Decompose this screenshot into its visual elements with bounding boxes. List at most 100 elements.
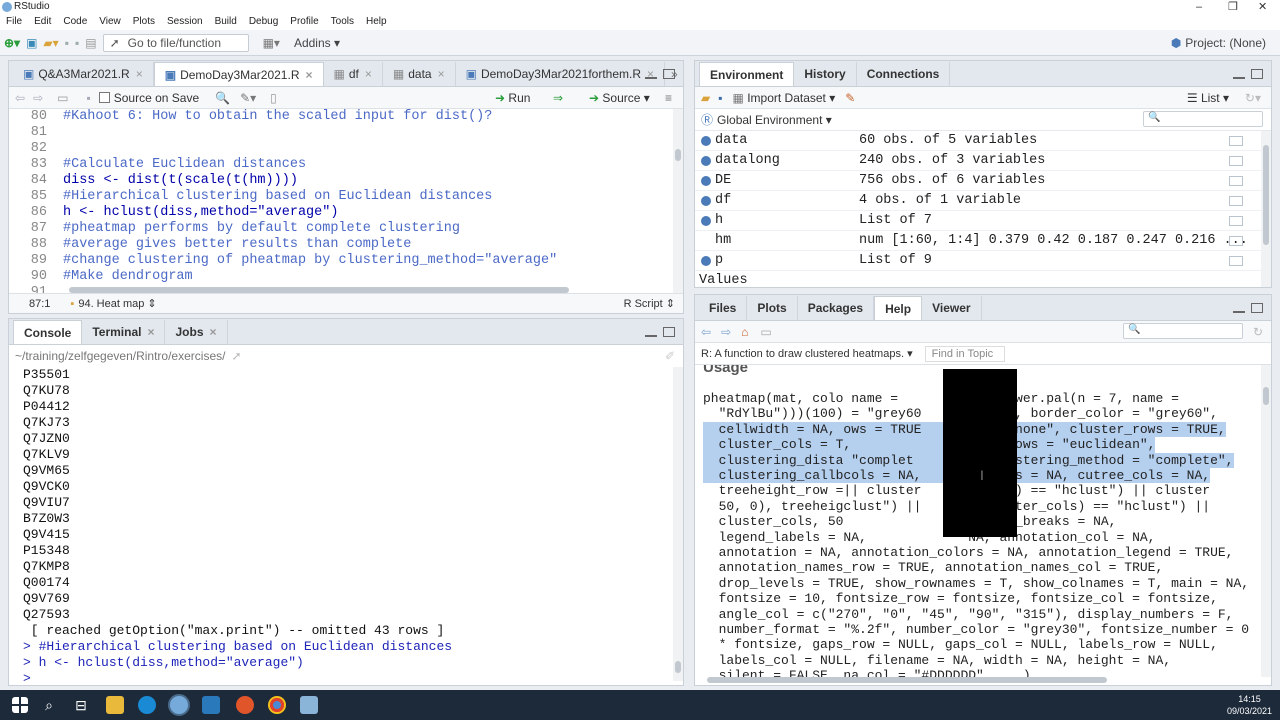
load-workspace-icon[interactable]: ▰ [701, 91, 710, 105]
edge-browser-icon[interactable] [138, 696, 156, 714]
menu-debug[interactable]: Debug [249, 14, 278, 30]
view-search-icon[interactable] [1229, 256, 1243, 266]
tab-demoday-forthem[interactable]: ▣ DemoDay3Mar2021forthem.R × [456, 62, 666, 86]
environment-row[interactable]: data 60 obs. of 5 variables [695, 131, 1261, 151]
menu-session[interactable]: Session [167, 14, 203, 30]
save-all-icon[interactable]: ▪ [75, 33, 79, 53]
tab-demoday-script[interactable]: ▣ DemoDay3Mar2021.R × [153, 62, 324, 86]
clear-console-icon[interactable]: ✐ [665, 349, 675, 363]
re-run-icon[interactable]: ⇒ [553, 91, 563, 105]
tab-environment[interactable]: Environment [699, 62, 795, 86]
expand-icon[interactable] [701, 176, 711, 186]
expand-icon[interactable] [701, 136, 711, 146]
find-in-topic-input[interactable]: Find in Topic [924, 345, 1005, 362]
go-to-file-input[interactable]: ➚ Go to file/function [102, 33, 249, 52]
menu-plots[interactable]: Plots [133, 14, 155, 30]
restore-window-icon[interactable]: ❐ [1228, 0, 1238, 14]
tab-data[interactable]: ▦ data × [383, 62, 456, 86]
environment-scrollbar[interactable] [1261, 131, 1271, 287]
environment-row[interactable]: hm num [1:60, 1:4] 0.379 0.42 0.187 0.247… [695, 231, 1261, 251]
tab-connections[interactable]: Connections [857, 62, 951, 86]
back-icon[interactable]: ⇦ [15, 91, 25, 105]
help-topic-selector[interactable]: R: A function to draw clustered heatmaps… [701, 347, 913, 360]
help-back-icon[interactable]: ⇦ [701, 325, 711, 339]
rstudio-taskbar-icon[interactable] [168, 694, 190, 716]
import-dataset-button[interactable]: ▦ Import Dataset ▾ [733, 91, 836, 105]
view-data-icon[interactable] [1229, 136, 1243, 146]
tab-viewer[interactable]: Viewer [922, 296, 982, 320]
environment-search[interactable]: 🔍 [1143, 111, 1263, 127]
menu-code[interactable]: Code [63, 14, 87, 30]
tab-packages[interactable]: Packages [798, 296, 875, 320]
help-scrollbar[interactable] [1261, 365, 1271, 677]
windows-start-icon[interactable] [12, 697, 28, 713]
help-h-scrollbar[interactable] [707, 677, 1107, 683]
menu-view[interactable]: View [99, 14, 121, 30]
save-icon[interactable]: ▪ [65, 33, 69, 53]
menu-tools[interactable]: Tools [331, 14, 354, 30]
minimize-pane-icon[interactable] [1233, 310, 1245, 313]
help-search-input[interactable]: 🔍 [1123, 323, 1243, 339]
tab-plots[interactable]: Plots [747, 296, 798, 320]
outline-icon[interactable]: ≡ [665, 91, 672, 105]
open-file-icon[interactable]: ▰▾ [43, 33, 58, 53]
menu-build[interactable]: Build [215, 14, 237, 30]
source-on-save-checkbox[interactable] [98, 92, 110, 103]
media-player-icon[interactable] [236, 696, 254, 714]
file-explorer-icon[interactable] [106, 696, 124, 714]
show-in-window-icon[interactable]: ▭ [760, 325, 771, 339]
tab-terminal[interactable]: Terminal × [82, 320, 166, 344]
minimize-pane-icon[interactable] [1233, 76, 1245, 79]
environment-row[interactable]: datalong 240 obs. of 3 variables [695, 151, 1261, 171]
editor-scrollbar[interactable] [673, 109, 683, 293]
environment-row[interactable]: h List of 7 [695, 211, 1261, 231]
minimize-pane-icon[interactable] [645, 334, 657, 337]
maximize-pane-icon[interactable] [1251, 303, 1263, 313]
go-to-directory-icon[interactable]: ➚ [231, 349, 241, 363]
grid-layout-icon[interactable]: ▦▾ [263, 33, 280, 53]
minimize-window-icon[interactable]: – [1196, 0, 1202, 14]
close-window-icon[interactable]: ✕ [1258, 0, 1267, 14]
save-file-icon[interactable]: ▪ [86, 91, 90, 105]
show-in-window-icon[interactable]: ▭ [57, 91, 68, 105]
console-scrollbar[interactable] [673, 367, 683, 681]
environment-row[interactable]: p List of 9 [695, 251, 1261, 271]
expand-icon[interactable] [701, 216, 711, 226]
expand-icon[interactable] [701, 156, 711, 166]
new-file-icon[interactable]: ⊕▾ [4, 33, 20, 53]
expand-icon[interactable] [701, 196, 711, 206]
chrome-browser-icon[interactable] [268, 696, 286, 714]
maximize-pane-icon[interactable] [663, 327, 675, 337]
help-forward-icon[interactable]: ⇨ [721, 325, 731, 339]
menu-help[interactable]: Help [366, 14, 387, 30]
view-search-icon[interactable] [1229, 216, 1243, 226]
task-view-icon[interactable]: ⊟ [72, 696, 90, 714]
environment-row[interactable]: DE 756 obs. of 6 variables [695, 171, 1261, 191]
save-workspace-icon[interactable]: ▪ [718, 91, 722, 105]
menu-edit[interactable]: Edit [34, 14, 51, 30]
file-type-selector[interactable]: R Script ⇕ [624, 297, 675, 310]
tab-console[interactable]: Console [13, 320, 83, 344]
environment-row[interactable]: df 4 obs. of 1 variable [695, 191, 1261, 211]
minimize-pane-icon[interactable] [645, 76, 657, 79]
forward-icon[interactable]: ⇨ [33, 91, 43, 105]
clear-workspace-icon[interactable]: ✎ [845, 91, 855, 105]
maximize-pane-icon[interactable] [1251, 69, 1263, 79]
tab-help[interactable]: Help [874, 296, 923, 320]
source-button[interactable]: ➔ Source ▾ [589, 91, 650, 105]
environment-scope-selector[interactable]: Global Environment ▾ [717, 113, 832, 127]
project-menu[interactable]: ⬢ Project: (None) [1171, 33, 1266, 53]
expand-icon[interactable] [701, 256, 711, 266]
section-navigator[interactable]: 94. Heat map ⇕ [78, 297, 156, 310]
menu-file[interactable]: File [6, 14, 22, 30]
tab-files[interactable]: Files [699, 296, 748, 320]
refresh-icon[interactable]: ↻▾ [1245, 91, 1261, 105]
compile-report-icon[interactable]: ▯ [270, 91, 277, 105]
addins-menu[interactable]: Addins ▾ [294, 33, 340, 53]
run-button[interactable]: ➜ Run [495, 91, 530, 105]
new-project-icon[interactable]: ▣ [26, 33, 37, 53]
code-editor[interactable]: 80 #Kahoot 6: How to obtain the scaled in… [9, 109, 673, 293]
list-view-button[interactable]: ☰ List ▾ [1187, 91, 1229, 105]
menu-profile[interactable]: Profile [290, 14, 318, 30]
print-icon[interactable]: ▤ [85, 33, 96, 53]
